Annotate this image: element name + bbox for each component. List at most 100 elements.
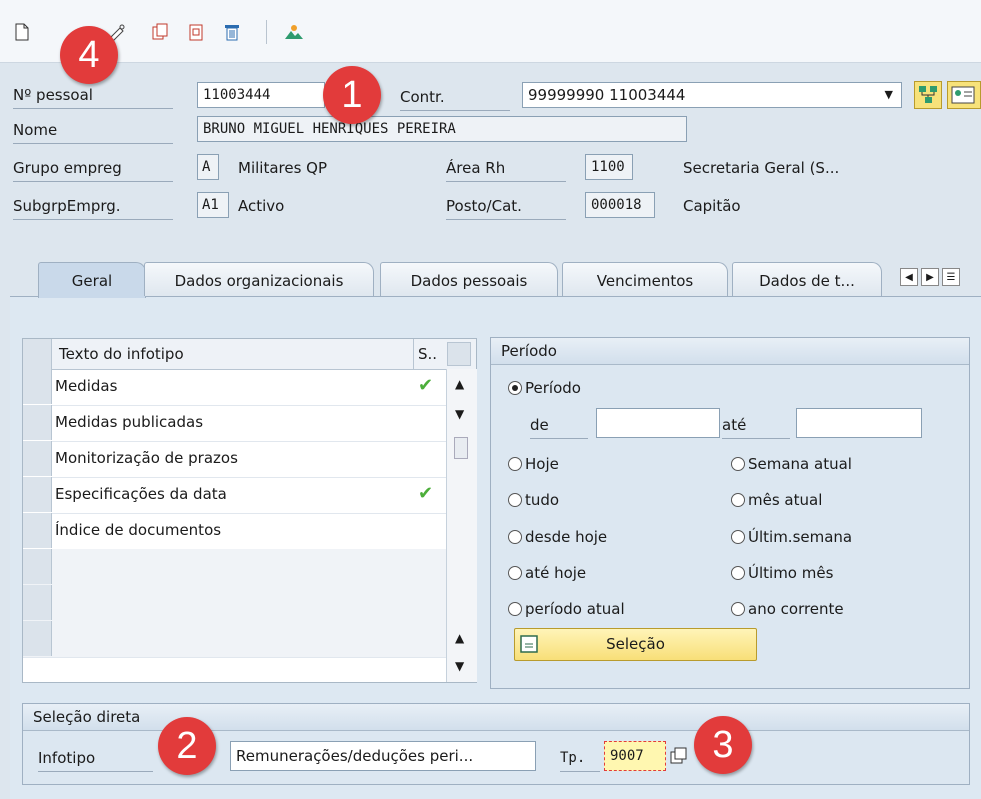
contract-dropdown[interactable]: 99999990 11003444 ▼ (522, 82, 902, 108)
overview-icon[interactable] (284, 22, 304, 42)
radio-icon[interactable] (508, 602, 522, 616)
column-settings-icon[interactable] (447, 342, 471, 366)
table-row[interactable]: Monitorização de prazos (23, 441, 476, 478)
to-label: até (722, 412, 790, 439)
radio-label: até hoje (525, 564, 587, 582)
radio-icon[interactable] (508, 457, 522, 471)
radio-last-week[interactable]: Últim.semana (731, 525, 852, 549)
select-all-cell[interactable] (23, 339, 52, 369)
radio-label: ano corrente (748, 600, 844, 618)
tab-dados-pessoais[interactable]: Dados pessoais (380, 262, 558, 296)
radio-all[interactable]: tudo (508, 488, 559, 512)
radio-current-year[interactable]: ano corrente (731, 597, 844, 621)
radio-label: tudo (525, 491, 560, 509)
scroll-page-down-icon[interactable]: ▼ (455, 659, 464, 673)
employee-group-label: Grupo empreg (13, 155, 173, 182)
radio-icon[interactable] (731, 566, 745, 580)
type-input[interactable]: 9007 (604, 741, 666, 771)
row-label: Especificações da data (55, 485, 227, 503)
column-header-text[interactable]: Texto do infotipo (59, 339, 184, 369)
annotation-marker-3: 3 (694, 716, 752, 774)
row-selector[interactable] (23, 405, 52, 440)
from-date-input[interactable] (596, 408, 720, 438)
radio-today[interactable]: Hoje (508, 452, 559, 476)
radio-selected-icon[interactable] (508, 381, 522, 395)
tab-vencimentos[interactable]: Vencimentos (562, 262, 728, 296)
selection-icon (520, 635, 538, 653)
tab-list-icon[interactable]: ☰ (942, 268, 960, 286)
table-row[interactable]: Medidas publicadas (23, 405, 476, 442)
person-card-icon (951, 86, 975, 104)
employee-group-code: A (197, 154, 219, 180)
hr-area-code: 1100 (585, 154, 633, 180)
radio-period-label: Período (525, 379, 581, 397)
row-selector[interactable] (23, 369, 52, 404)
annotation-marker-1: 1 (323, 66, 381, 124)
new-document-icon[interactable] (12, 22, 32, 42)
tab-geral[interactable]: Geral (38, 262, 146, 298)
radio-last-month[interactable]: Último mês (731, 561, 833, 585)
radio-icon[interactable] (731, 602, 745, 616)
radio-icon[interactable] (731, 457, 745, 471)
contract-label: Contr. (400, 84, 510, 111)
hr-area-label: Área Rh (446, 155, 566, 182)
radio-label: mês atual (748, 491, 823, 509)
table-scrollbar[interactable]: ▲ ▼ ▲ ▼ (446, 369, 477, 682)
employee-subgroup-code: A1 (197, 192, 229, 218)
tab-scroll-left-icon[interactable]: ◀ (900, 268, 918, 286)
column-header-status[interactable]: S.. (413, 339, 448, 369)
table-row[interactable]: Medidas ✔ (23, 369, 476, 406)
table-row[interactable]: Especificações da data ✔ (23, 477, 476, 514)
copy-icon[interactable] (150, 22, 170, 42)
radio-icon[interactable] (508, 530, 522, 544)
radio-icon[interactable] (731, 530, 745, 544)
radio-icon[interactable] (731, 493, 745, 507)
scroll-down-icon[interactable]: ▼ (455, 407, 464, 421)
radio-icon[interactable] (508, 493, 522, 507)
org-structure-button[interactable] (914, 81, 942, 109)
empty-row (23, 585, 476, 622)
selection-button[interactable]: Seleção (514, 628, 757, 661)
row-selector[interactable] (23, 585, 52, 620)
infotype-input[interactable]: Remunerações/deduções peri... (230, 741, 536, 771)
tab-dados-de-t[interactable]: Dados de t... (732, 262, 882, 296)
empty-row (23, 549, 476, 586)
radio-label: período atual (525, 600, 625, 618)
delete-icon[interactable] (222, 22, 242, 42)
infotype-label: Infotipo (38, 745, 153, 772)
infotype-table: Texto do infotipo S.. Medidas ✔ Medidas p… (22, 338, 477, 683)
row-selector[interactable] (23, 441, 52, 476)
from-label: de (530, 412, 588, 439)
radio-from-today[interactable]: desde hoje (508, 525, 607, 549)
radio-current-month[interactable]: mês atual (731, 488, 822, 512)
scroll-thumb[interactable] (454, 437, 468, 459)
tab-scroll-right-icon[interactable]: ▶ (921, 268, 939, 286)
empty-row (23, 621, 476, 658)
personnel-number-field[interactable]: 11003444 (197, 82, 325, 108)
person-details-button[interactable] (947, 81, 981, 109)
chevron-down-icon[interactable]: ▼ (885, 83, 893, 107)
post-code: 000018 (585, 192, 655, 218)
row-selector[interactable] (23, 621, 52, 656)
value-help-icon[interactable] (669, 746, 689, 766)
scroll-page-up-icon[interactable]: ▲ (455, 631, 464, 645)
toolbar-separator (266, 20, 267, 44)
name-field: BRUNO MIGUEL HENRIQUES PEREIRA (197, 116, 687, 142)
to-date-input[interactable] (796, 408, 922, 438)
radio-current-period[interactable]: período atual (508, 597, 625, 621)
row-selector[interactable] (23, 513, 52, 548)
row-selector[interactable] (23, 477, 52, 512)
period-group-title: Período (491, 338, 969, 365)
tab-dados-organizacionais[interactable]: Dados organizacionais (144, 262, 374, 296)
radio-icon[interactable] (508, 566, 522, 580)
table-row[interactable]: Índice de documentos (23, 513, 476, 550)
contract-value: 99999990 11003444 (528, 86, 686, 104)
delimit-icon[interactable] (186, 22, 206, 42)
radio-current-week[interactable]: Semana atual (731, 452, 852, 476)
row-selector[interactable] (23, 549, 52, 584)
radio-period[interactable]: Período (508, 376, 581, 400)
check-icon: ✔ (418, 375, 434, 396)
personnel-number-label: Nº pessoal (13, 82, 173, 109)
radio-until-today[interactable]: até hoje (508, 561, 586, 585)
scroll-up-icon[interactable]: ▲ (455, 377, 464, 391)
